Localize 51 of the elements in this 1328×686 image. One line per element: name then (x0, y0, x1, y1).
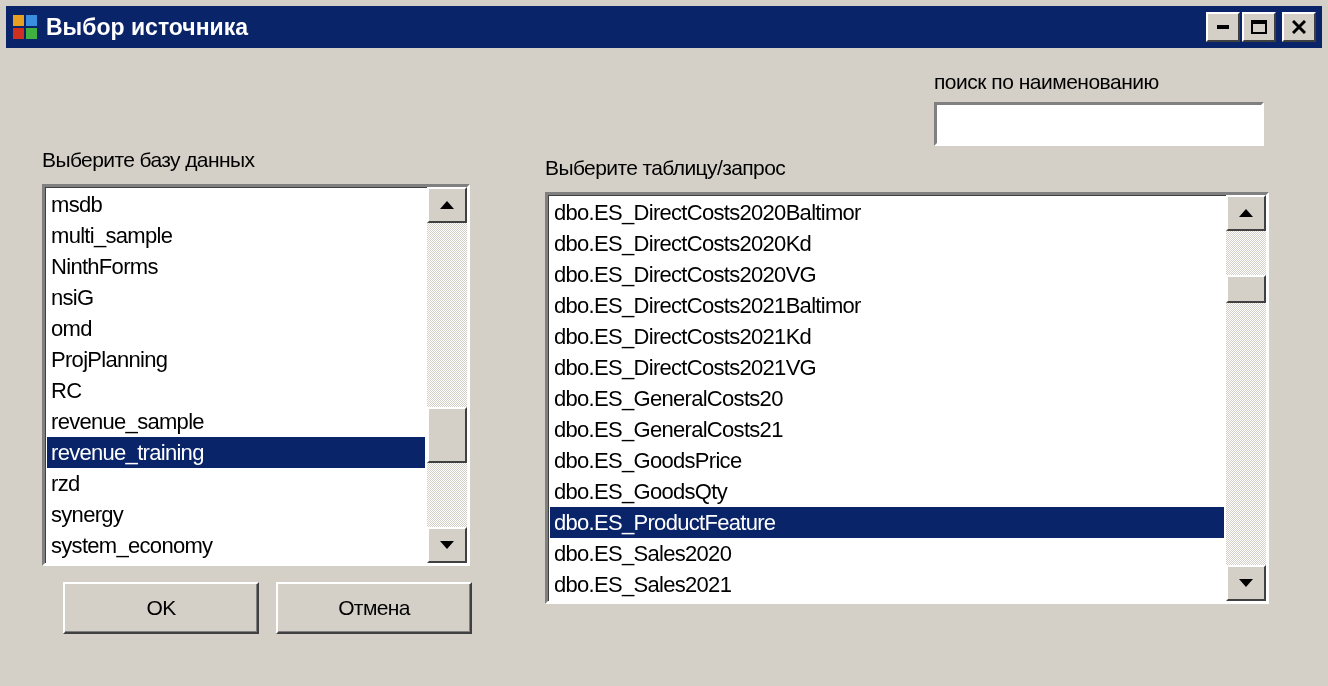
list-item[interactable]: ProjPlanning (47, 344, 425, 375)
list-item[interactable]: msdb (47, 189, 425, 220)
scroll-down-button[interactable] (427, 527, 467, 563)
scrollbar[interactable] (427, 187, 467, 563)
list-item[interactable]: system_economy (47, 530, 425, 561)
minimize-button[interactable] (1206, 12, 1240, 42)
list-item[interactable]: dbo.ES_Sales2020 (550, 538, 1224, 569)
close-icon (1292, 20, 1306, 34)
scroll-up-button[interactable] (1226, 195, 1266, 231)
dialog-button[interactable]: OK (63, 582, 259, 634)
down-arrow-icon (1239, 579, 1253, 587)
list-label: Выберите базу данных (42, 148, 256, 172)
scrollbar[interactable] (1226, 195, 1266, 601)
search-label: поиск по наименованию (934, 70, 1160, 94)
list-item[interactable]: synergy (47, 499, 425, 530)
scroll-up-button[interactable] (427, 187, 467, 223)
close-button[interactable] (1282, 12, 1316, 42)
list-item[interactable]: dbo.ES_GoodsPrice (550, 445, 1224, 476)
app-icon (12, 14, 38, 40)
list-label: Выберите таблицу/запрос (545, 156, 787, 180)
up-arrow-icon (440, 201, 454, 209)
scroll-thumb[interactable] (427, 407, 467, 463)
down-arrow-icon (440, 541, 454, 549)
list-item[interactable]: revenue_training (47, 437, 425, 468)
list-item[interactable]: dbo.ES_Sales2021 (550, 569, 1224, 600)
list-item[interactable]: dbo.ES_DirectCosts2020VG (550, 259, 1224, 290)
maximize-button[interactable] (1242, 12, 1276, 42)
maximize-icon (1251, 20, 1267, 34)
list-item[interactable]: omd (47, 313, 425, 344)
list-item[interactable]: rzd (47, 468, 425, 499)
list-item[interactable]: multi_sample (47, 220, 425, 251)
list-item[interactable]: dbo.ES_DirectCosts2021VG (550, 352, 1224, 383)
up-arrow-icon (1239, 209, 1253, 217)
list-item[interactable]: nsiG (47, 282, 425, 313)
list-item[interactable]: dbo.ES_ProductFeature (550, 507, 1224, 538)
list-item[interactable]: dbo.ES_GoodsQty (550, 476, 1224, 507)
scroll-down-button[interactable] (1226, 565, 1266, 601)
dialog-button[interactable]: Отмена (276, 582, 472, 634)
window-title: Выбор источника (46, 13, 250, 41)
list-item[interactable]: dbo.ES_GeneralCosts20 (550, 383, 1224, 414)
scroll-thumb[interactable] (1226, 275, 1266, 303)
list-item[interactable]: dbo.ES_GeneralCosts21 (550, 414, 1224, 445)
search-field[interactable] (934, 102, 1264, 146)
list-item[interactable]: dbo.ES_DirectCosts2020Baltimor (550, 197, 1224, 228)
list-item[interactable]: dbo.ES_DirectCosts2021Baltimor (550, 290, 1224, 321)
minimize-icon (1217, 25, 1229, 29)
list-item[interactable]: revenue_sample (47, 406, 425, 437)
list-item[interactable]: dbo.ES_DirectCosts2020Kd (550, 228, 1224, 259)
list-item[interactable]: RC (47, 375, 425, 406)
list-item[interactable]: NinthForms (47, 251, 425, 282)
list-item[interactable]: dbo.ES_DirectCosts2021Kd (550, 321, 1224, 352)
